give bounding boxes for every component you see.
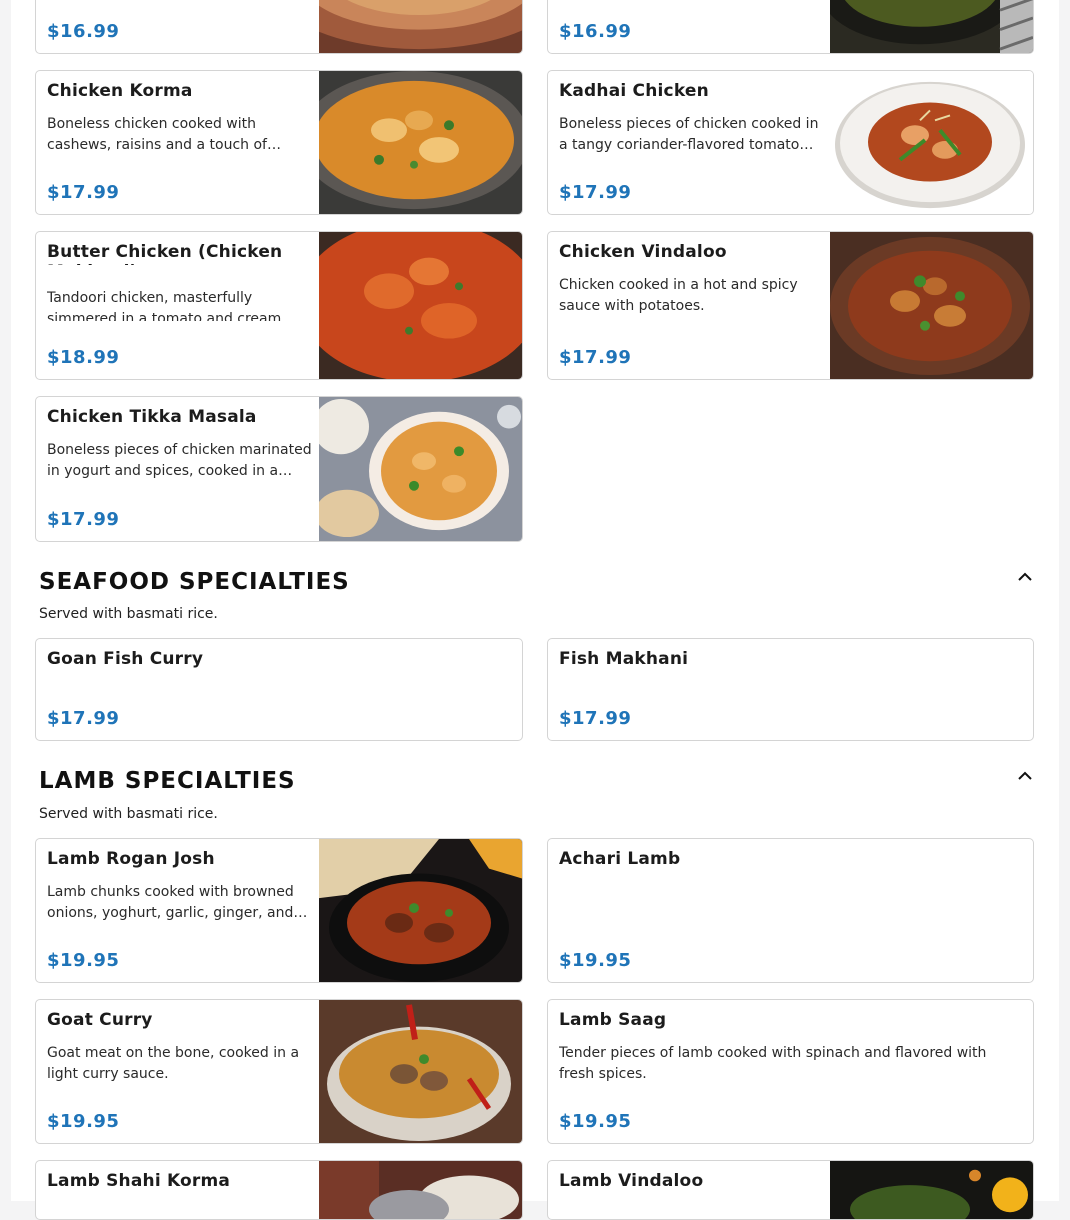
dish-photo — [830, 71, 1033, 214]
item-name: Lamb Rogan Josh — [47, 849, 215, 869]
menu-item-card[interactable]: $16.99 — [35, 0, 523, 54]
menu-item-card[interactable]: Chicken Tikka Masala Boneless pieces of … — [35, 396, 523, 542]
item-price: $19.95 — [559, 1111, 632, 1132]
item-price: $16.99 — [559, 21, 632, 42]
menu-item-card[interactable]: Chicken Korma Boneless chicken cooked wi… — [35, 70, 523, 215]
item-name: Achari Lamb — [559, 849, 681, 869]
item-price: $16.99 — [47, 21, 120, 42]
menu-item-card[interactable]: Fish Makhani $17.99 — [547, 638, 1034, 741]
menu-item-card[interactable]: Chicken Vindaloo Chicken cooked in a hot… — [547, 231, 1034, 380]
menu-page: $16.99 $16.99 Chicken Korma Boneless chi… — [11, 0, 1059, 1220]
item-description: Tandoori chicken, masterfully simmered i… — [47, 290, 282, 321]
item-name: Goan Fish Curry — [47, 649, 204, 669]
item-name: Goat Curry — [47, 1010, 153, 1030]
menu-item-card[interactable]: Lamb Shahi Korma — [35, 1160, 523, 1220]
menu-item-card[interactable]: $16.99 — [547, 0, 1034, 54]
menu-item-card[interactable]: Lamb Rogan Josh Lamb chunks cooked with … — [35, 838, 523, 983]
item-price: $19.95 — [559, 950, 632, 971]
item-description: Boneless pieces of chicken cooked in a t… — [559, 116, 819, 153]
dish-photo — [319, 0, 522, 53]
section-title: LAMB SPECIALTIES — [39, 768, 296, 794]
section-title: SEAFOOD SPECIALTIES — [39, 569, 350, 595]
item-name: Chicken Tikka Masala — [47, 407, 257, 427]
item-name: Lamb Saag — [559, 1010, 667, 1030]
item-name: Fish Makhani — [559, 649, 689, 669]
item-price: $17.99 — [47, 509, 120, 530]
dish-photo — [319, 1161, 522, 1219]
item-name: Chicken Vindaloo — [559, 242, 727, 262]
item-description: Boneless pieces of chicken marinated in … — [47, 442, 312, 479]
chevron-up-icon[interactable] — [1015, 765, 1035, 785]
menu-item-card[interactable]: Lamb Vindaloo — [547, 1160, 1034, 1220]
dish-photo — [319, 397, 522, 541]
item-price: $19.95 — [47, 950, 120, 971]
dish-photo — [319, 71, 522, 214]
item-price: $17.99 — [47, 182, 120, 203]
menu-item-card[interactable]: Goan Fish Curry $17.99 — [35, 638, 523, 741]
item-description: Chicken cooked in a hot and spicy sauce … — [559, 277, 798, 314]
menu-item-card[interactable]: Kadhai Chicken Boneless pieces of chicke… — [547, 70, 1034, 215]
item-name: Lamb Shahi Korma — [47, 1171, 231, 1191]
chevron-up-icon[interactable] — [1015, 566, 1035, 586]
menu-item-card[interactable]: Lamb Saag Tender pieces of lamb cooked w… — [547, 999, 1034, 1144]
item-price: $17.99 — [47, 708, 120, 729]
menu-item-card[interactable]: Achari Lamb $19.95 — [547, 838, 1034, 983]
item-description: Lamb chunks cooked with browned onions, … — [47, 884, 294, 921]
item-price: $18.99 — [47, 347, 120, 368]
dish-photo — [830, 0, 1033, 53]
item-name: Butter Chicken (Chicken Makhani) — [47, 242, 283, 265]
item-description: Boneless chicken cooked with cashews, ra… — [47, 116, 267, 153]
item-price: $17.99 — [559, 347, 632, 368]
item-name: Kadhai Chicken — [559, 81, 709, 101]
item-name: Lamb Vindaloo — [559, 1171, 704, 1191]
item-description: Tender pieces of lamb cooked with spinac… — [559, 1045, 987, 1082]
dish-photo — [830, 1161, 1033, 1219]
item-name: Chicken Korma — [47, 81, 193, 101]
item-description: Goat meat on the bone, cooked in a light… — [47, 1045, 300, 1082]
dish-photo — [830, 232, 1033, 379]
menu-item-card[interactable]: Butter Chicken (Chicken Makhani) Tandoor… — [35, 231, 523, 380]
dish-photo — [319, 839, 522, 982]
section-subtitle: Served with basmati rice. — [39, 606, 218, 622]
menu-item-card[interactable]: Goat Curry Goat meat on the bone, cooked… — [35, 999, 523, 1144]
dish-photo — [319, 1000, 522, 1143]
dish-photo — [319, 232, 522, 379]
item-price: $19.95 — [47, 1111, 120, 1132]
item-price: $17.99 — [559, 708, 632, 729]
item-price: $17.99 — [559, 182, 632, 203]
section-subtitle: Served with basmati rice. — [39, 806, 218, 822]
